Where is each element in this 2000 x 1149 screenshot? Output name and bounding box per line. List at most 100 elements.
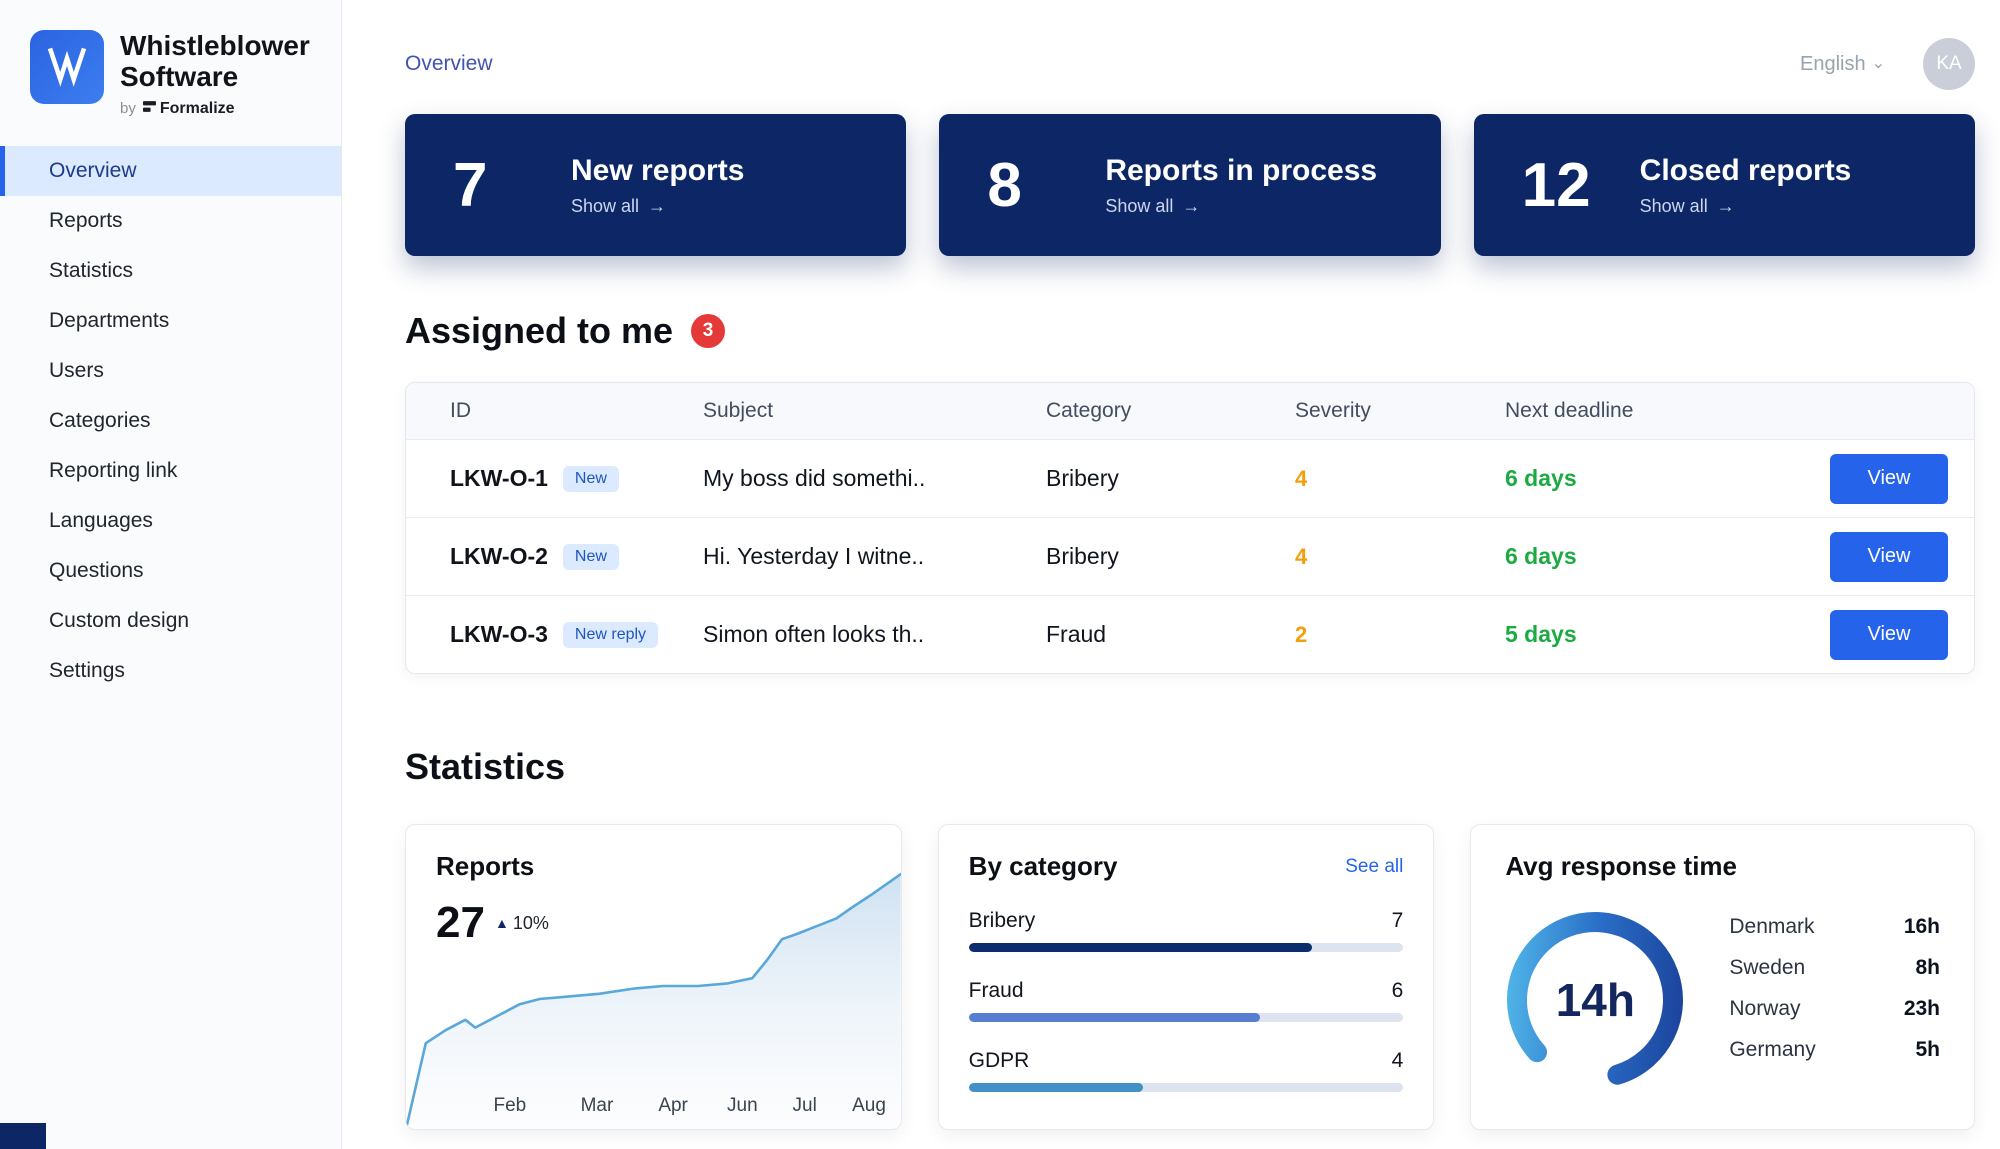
list-item: Denmark 16h [1729, 906, 1940, 947]
sidebar-item-custom-design[interactable]: Custom design [0, 596, 341, 646]
category-bar-track [969, 1013, 1404, 1022]
view-button[interactable]: View [1830, 454, 1948, 504]
sidebar-item-reporting-link[interactable]: Reporting link [0, 446, 341, 496]
x-tick-label: Feb [494, 1095, 527, 1117]
report-category: Bribery [1046, 465, 1295, 492]
x-tick-label: Mar [581, 1095, 614, 1117]
response-country-list: Denmark 16h Sweden 8h Norway 23h Germany… [1729, 906, 1940, 1090]
stat-card-in-process[interactable]: 8 Reports in process Show all → [939, 114, 1440, 256]
sidebar-item-label: Users [49, 359, 104, 383]
status-badge: New [563, 544, 619, 570]
sidebar-item-reports[interactable]: Reports [0, 196, 341, 246]
arrow-right-icon: → [1182, 196, 1200, 217]
statistics-title-text: Statistics [405, 746, 565, 788]
col-header-id: ID [450, 399, 703, 423]
x-tick-label: Apr [658, 1095, 688, 1117]
sidebar-item-label: Reports [49, 209, 123, 233]
show-all-label: Show all [571, 196, 639, 217]
sidebar-item-overview[interactable]: Overview [0, 146, 341, 196]
country-label: Denmark [1729, 915, 1814, 939]
report-category: Bribery [1046, 543, 1295, 570]
sidebar-item-users[interactable]: Users [0, 346, 341, 396]
show-all-label: Show all [1105, 196, 1173, 217]
bottom-corner-widget[interactable] [0, 1123, 46, 1149]
brand: Whistleblower Software by Formalize [0, 0, 341, 118]
topbar: Overview English ⌄ KA [405, 38, 1975, 90]
reports-delta: ▲ 10% [495, 913, 549, 934]
category-item-bribery: Bribery 7 [969, 909, 1404, 952]
country-time: 23h [1904, 997, 1940, 1021]
list-item: Norway 23h [1729, 988, 1940, 1029]
category-value: 4 [1392, 1049, 1404, 1073]
category-bar-fill [969, 1013, 1260, 1022]
category-bar-fill [969, 943, 1312, 952]
sidebar-item-label: Settings [49, 659, 125, 683]
country-time: 8h [1916, 956, 1941, 980]
sidebar-item-label: Languages [49, 509, 153, 533]
by-category-title: By category [969, 851, 1118, 882]
x-tick-label: Jun [727, 1095, 758, 1117]
report-category: Fraud [1046, 621, 1295, 648]
sidebar-item-settings[interactable]: Settings [0, 646, 341, 696]
sidebar-item-label: Statistics [49, 259, 133, 283]
col-header-category: Category [1046, 399, 1295, 423]
by-category-header: By category See all [969, 851, 1404, 882]
report-deadline: 6 days [1505, 543, 1796, 570]
statistics-title: Statistics [405, 746, 1975, 788]
view-button[interactable]: View [1830, 610, 1948, 660]
show-all-link[interactable]: Show all → [1640, 196, 1852, 217]
list-item: Sweden 8h [1729, 947, 1940, 988]
sidebar-item-languages[interactable]: Languages [0, 496, 341, 546]
breadcrumb[interactable]: Overview [405, 52, 493, 76]
stat-title: New reports [571, 154, 744, 188]
whistleblower-w-icon [44, 42, 90, 93]
col-header-severity: Severity [1295, 399, 1505, 423]
reports-total: 27 [436, 898, 485, 948]
sidebar-item-statistics[interactable]: Statistics [0, 246, 341, 296]
formalize-label: Formalize [160, 100, 235, 118]
formalize-brand: Formalize [143, 100, 235, 118]
show-all-label: Show all [1640, 196, 1708, 217]
category-bar-track [969, 1083, 1404, 1092]
report-severity: 4 [1295, 466, 1505, 492]
report-subject: Hi. Yesterday I witne.. [703, 543, 1046, 570]
view-button[interactable]: View [1830, 532, 1948, 582]
table-row[interactable]: LKW-O-3 New reply Simon often looks th..… [406, 595, 1974, 673]
report-id: LKW-O-2 [450, 543, 548, 570]
x-tick-label: Jul [793, 1095, 817, 1117]
show-all-link[interactable]: Show all → [1105, 196, 1377, 217]
sidebar-item-label: Reporting link [49, 459, 177, 483]
show-all-link[interactable]: Show all → [571, 196, 744, 217]
table-row[interactable]: LKW-O-1 New My boss did somethi.. Briber… [406, 439, 1974, 517]
sidebar-item-label: Overview [49, 159, 137, 183]
stat-card-new-reports[interactable]: 7 New reports Show all → [405, 114, 906, 256]
x-tick-label: Aug [852, 1095, 886, 1117]
reports-value-row: 27 ▲ 10% [436, 898, 871, 948]
report-deadline: 6 days [1505, 465, 1796, 492]
stat-value: 12 [1522, 150, 1614, 221]
donut-center-label: 14h [1505, 910, 1685, 1090]
sidebar-item-departments[interactable]: Departments [0, 296, 341, 346]
statistics-cards-row: Reports 27 ▲ 10% [405, 824, 1975, 1130]
avg-response-card: Avg response time 14h [1470, 824, 1975, 1130]
stat-cards-row: 7 New reports Show all → 8 Reports in pr… [405, 114, 1975, 256]
table-row[interactable]: LKW-O-2 New Hi. Yesterday I witne.. Brib… [406, 517, 1974, 595]
country-time: 5h [1916, 1038, 1941, 1062]
sidebar-item-categories[interactable]: Categories [0, 396, 341, 446]
sidebar-item-label: Custom design [49, 609, 189, 633]
language-selector[interactable]: English ⌄ [1800, 53, 1885, 76]
list-item: Germany 5h [1729, 1029, 1940, 1070]
arrow-right-icon: → [648, 196, 666, 217]
country-label: Germany [1729, 1038, 1815, 1062]
assigned-title-text: Assigned to me [405, 310, 673, 352]
language-label: English [1800, 53, 1866, 76]
col-header-subject: Subject [703, 399, 1046, 423]
country-time: 16h [1904, 915, 1940, 939]
sidebar-item-label: Departments [49, 309, 169, 333]
category-value: 6 [1392, 979, 1404, 1003]
stat-card-closed[interactable]: 12 Closed reports Show all → [1474, 114, 1975, 256]
sidebar-item-questions[interactable]: Questions [0, 546, 341, 596]
see-all-link[interactable]: See all [1345, 856, 1403, 878]
avatar[interactable]: KA [1923, 38, 1975, 90]
stat-title: Reports in process [1105, 154, 1377, 188]
